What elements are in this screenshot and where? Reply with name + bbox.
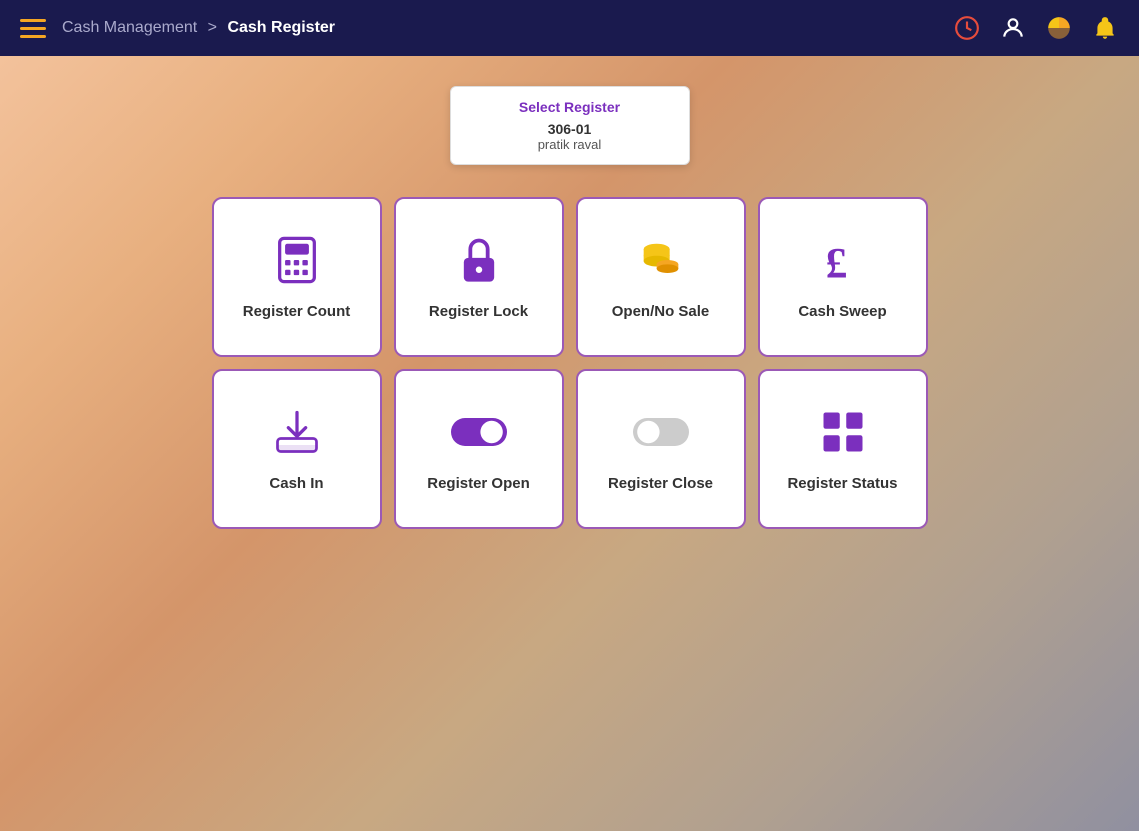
main-content: Select Register 306-01 pratik raval Regi… xyxy=(0,56,1139,529)
header-right xyxy=(953,14,1119,42)
cash-in-icon xyxy=(269,404,325,460)
register-id: 306-01 xyxy=(467,121,673,137)
pound-icon: £ xyxy=(815,232,871,288)
bell-icon[interactable] xyxy=(1091,14,1119,42)
grid-icon xyxy=(815,404,871,460)
cash-in-card[interactable]: Cash In xyxy=(212,369,382,529)
cash-sweep-label: Cash Sweep xyxy=(798,302,886,322)
register-status-card[interactable]: Register Status xyxy=(758,369,928,529)
breadcrumb: Cash Management > Cash Register xyxy=(62,19,335,37)
svg-text:£: £ xyxy=(825,240,847,287)
register-count-label: Register Count xyxy=(243,302,351,322)
register-open-card[interactable]: Register Open xyxy=(394,369,564,529)
toggle-off-icon xyxy=(633,404,689,460)
register-close-label: Register Close xyxy=(608,474,713,494)
hamburger-icon[interactable] xyxy=(20,19,46,38)
pie-chart-icon[interactable] xyxy=(1045,14,1073,42)
breadcrumb-current: Cash Register xyxy=(227,19,335,36)
register-close-card[interactable]: Register Close xyxy=(576,369,746,529)
breadcrumb-parent[interactable]: Cash Management xyxy=(62,19,197,36)
register-user: pratik raval xyxy=(467,137,673,152)
register-count-card[interactable]: Register Count xyxy=(212,197,382,357)
select-register-label: Select Register xyxy=(467,99,673,115)
register-status-label: Register Status xyxy=(787,474,897,494)
coins-icon xyxy=(633,232,689,288)
register-lock-card[interactable]: Register Lock xyxy=(394,197,564,357)
cash-in-label: Cash In xyxy=(269,474,323,494)
header: Cash Management > Cash Register xyxy=(0,0,1139,56)
register-lock-label: Register Lock xyxy=(429,302,528,322)
toggle-on-icon xyxy=(451,404,507,460)
breadcrumb-separator: > xyxy=(208,19,217,36)
lock-icon xyxy=(451,232,507,288)
open-no-sale-label: Open/No Sale xyxy=(612,302,710,322)
open-no-sale-card[interactable]: Open/No Sale xyxy=(576,197,746,357)
clock-icon[interactable] xyxy=(953,14,981,42)
header-left: Cash Management > Cash Register xyxy=(20,19,335,38)
cash-sweep-card[interactable]: £ Cash Sweep xyxy=(758,197,928,357)
register-open-label: Register Open xyxy=(427,474,530,494)
register-selector[interactable]: Select Register 306-01 pratik raval xyxy=(450,86,690,165)
action-grid: Register Count Register Lock xyxy=(212,197,928,529)
person-icon[interactable] xyxy=(999,14,1027,42)
calculator-icon xyxy=(269,232,325,288)
